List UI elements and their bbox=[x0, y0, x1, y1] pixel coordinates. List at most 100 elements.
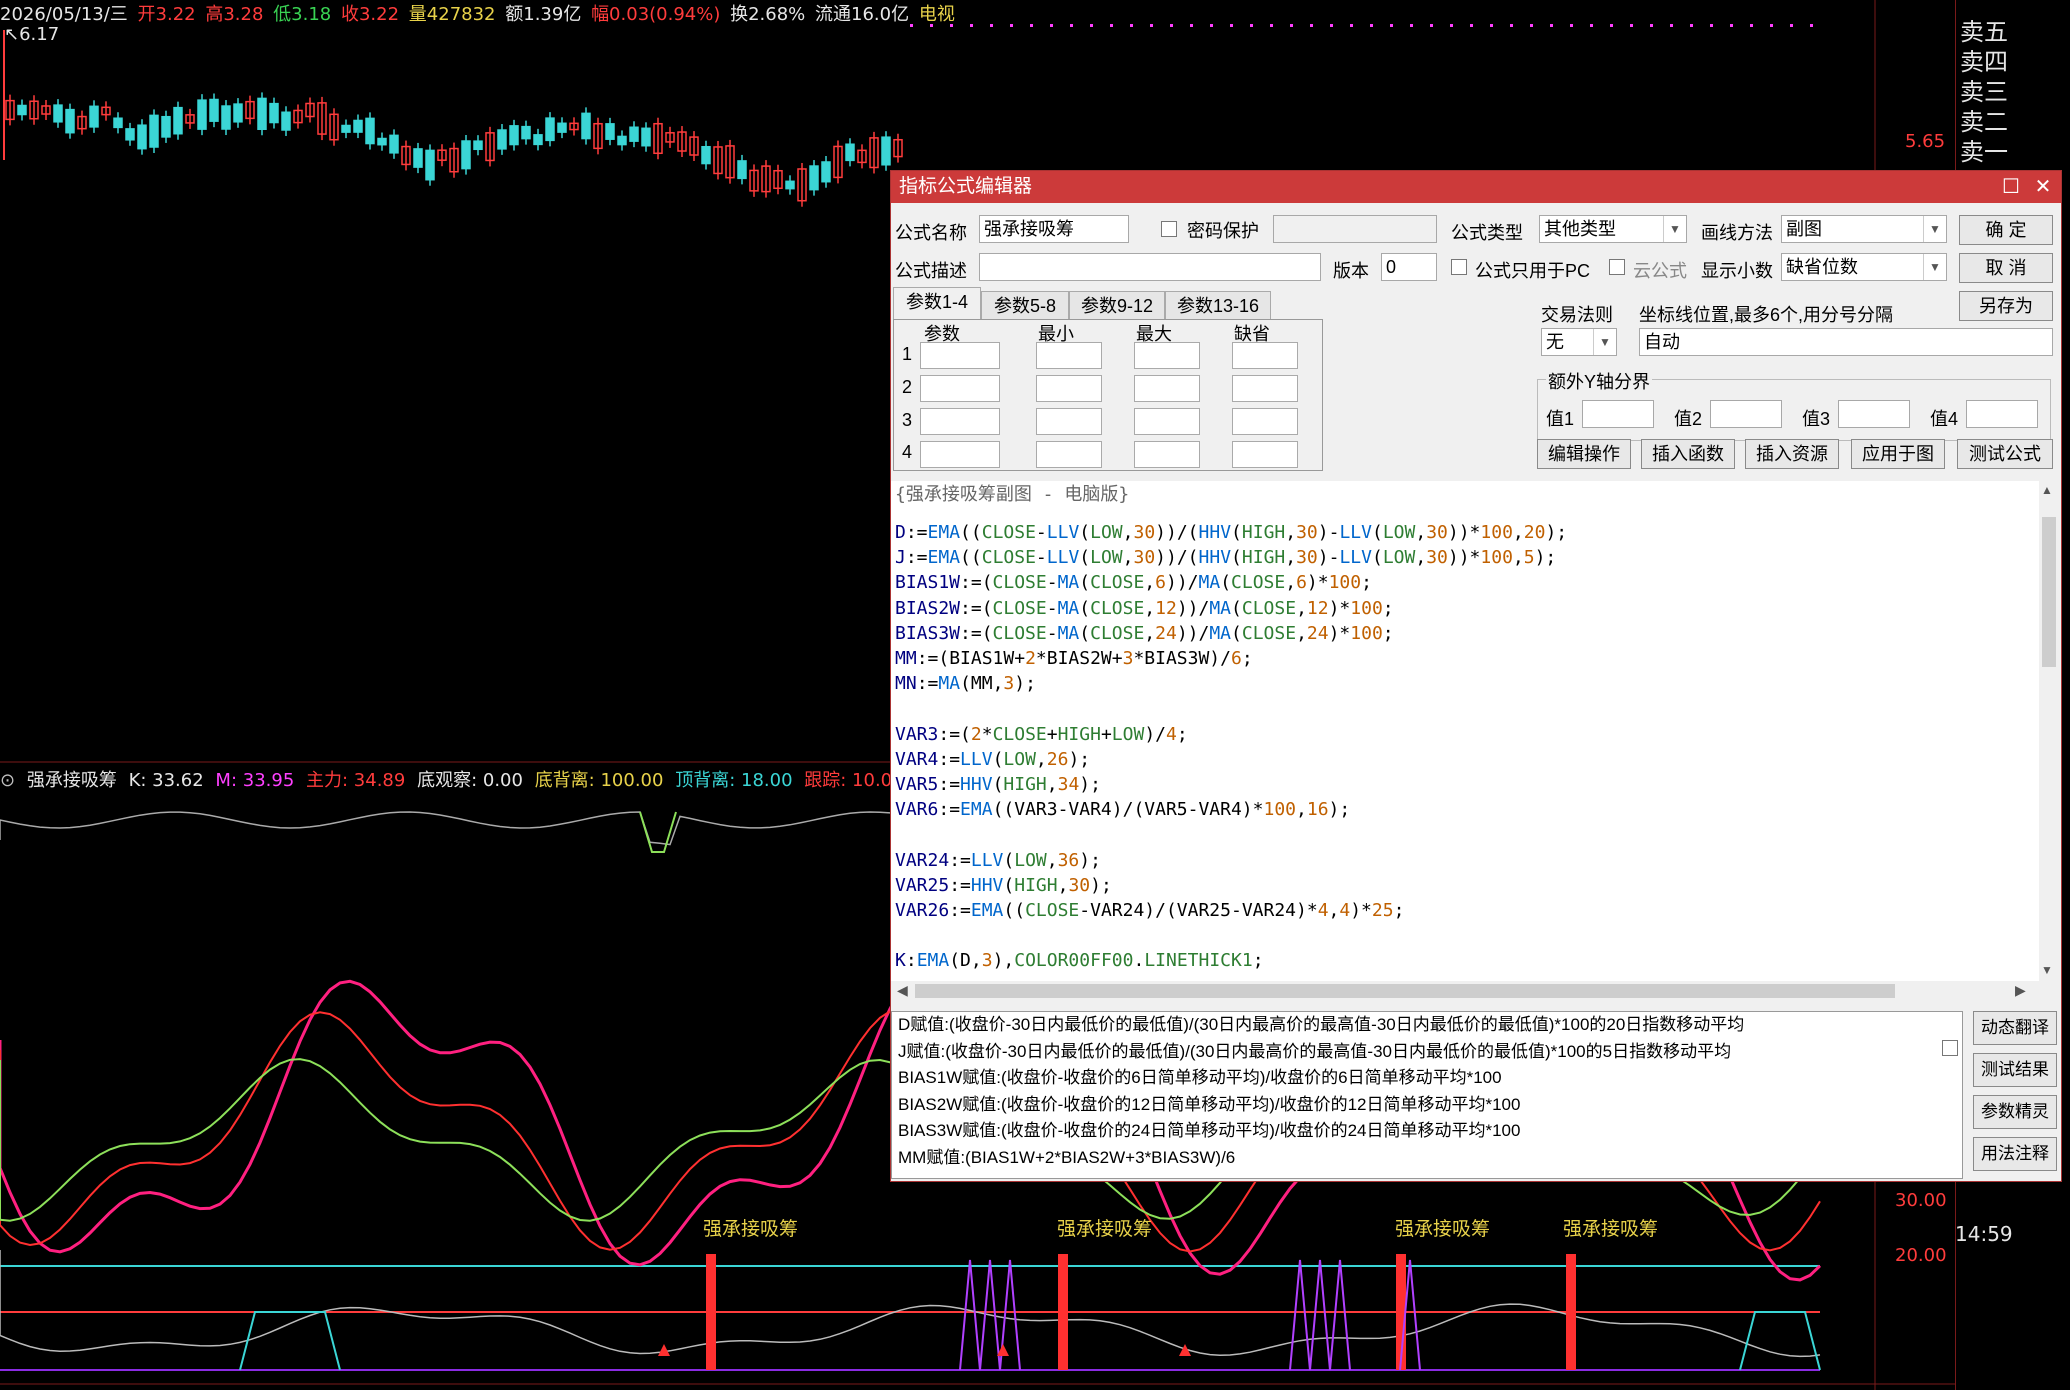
tab-params-5-8[interactable]: 参数5-8 bbox=[981, 291, 1069, 320]
scroll-left-icon[interactable]: ◀ bbox=[897, 982, 908, 999]
test-result-button[interactable]: 测试结果 bbox=[1973, 1053, 2057, 1087]
code-token: )- bbox=[1317, 547, 1340, 569]
code-token: EMA bbox=[927, 522, 961, 543]
quote-industry: 电视 bbox=[918, 4, 955, 25]
close-icon[interactable]: ✕ bbox=[2027, 171, 2059, 203]
code-token: ; bbox=[1252, 950, 1264, 972]
insert-resource-button[interactable]: 插入资源 bbox=[1745, 439, 1839, 469]
scroll-thumb[interactable] bbox=[915, 984, 1895, 998]
tab-params-1-4[interactable]: 参数1-4 bbox=[893, 287, 981, 320]
top-dot-marker bbox=[1710, 24, 1713, 27]
top-dot-marker bbox=[1010, 24, 1013, 27]
param-cell-input[interactable] bbox=[920, 408, 1000, 435]
scroll-thumb[interactable] bbox=[2042, 517, 2056, 667]
indicator-collapse-icon[interactable]: ⊙ bbox=[0, 770, 15, 791]
param-cell-input[interactable] bbox=[920, 342, 1000, 369]
draw-method-select[interactable]: 副图 ▼ bbox=[1781, 215, 1947, 243]
code-token: HIGH bbox=[1003, 774, 1047, 795]
ask-1[interactable]: 卖一 bbox=[1960, 132, 2008, 167]
pc-only-checkbox[interactable] bbox=[1451, 259, 1467, 275]
password-checkbox[interactable] bbox=[1161, 221, 1177, 237]
formula-code-editor[interactable]: {强承接吸筹副图 - 电脑版} D:=EMA((CLOSE-LLV(LOW,30… bbox=[891, 481, 2039, 981]
code-token: ); bbox=[1079, 774, 1101, 795]
test-formula-button[interactable]: 测试公式 bbox=[1957, 439, 2053, 469]
top-dot-marker bbox=[1150, 24, 1153, 27]
code-horizontal-scrollbar[interactable]: ◀ ▶ bbox=[891, 981, 2059, 1001]
code-token: VAR26 bbox=[895, 900, 950, 921]
top-dot-marker bbox=[1170, 24, 1173, 27]
candle-body bbox=[161, 115, 171, 138]
code-token: := bbox=[949, 874, 971, 896]
code-vertical-scrollbar[interactable]: ▲ ▼ bbox=[2039, 481, 2059, 981]
val1-input[interactable] bbox=[1582, 400, 1654, 428]
formula-name-label: 公式名称 bbox=[895, 223, 967, 243]
code-token: ( bbox=[1079, 572, 1091, 594]
dialog-titlebar[interactable]: 指标公式编辑器 ☐ ✕ bbox=[891, 171, 2061, 203]
apply-to-chart-button[interactable]: 应用于图 bbox=[1851, 439, 1945, 469]
val4-input[interactable] bbox=[1966, 400, 2038, 428]
formula-desc-input[interactable] bbox=[979, 253, 1321, 281]
edit-operation-button[interactable]: 编辑操作 bbox=[1537, 439, 1631, 469]
scroll-up-icon[interactable]: ▲ bbox=[2041, 483, 2053, 497]
code-token: D bbox=[895, 522, 906, 543]
decimal-select[interactable]: 缺省位数 ▼ bbox=[1781, 253, 1947, 281]
indicator-line-k bbox=[0, 811, 901, 846]
trade-rule-select[interactable]: 无 ▼ bbox=[1541, 328, 1617, 356]
candle-body bbox=[53, 104, 63, 123]
code-token: EMA bbox=[970, 900, 1004, 921]
formula-name-input[interactable]: 强承接吸筹 bbox=[979, 215, 1129, 243]
param-cell-input[interactable] bbox=[1036, 441, 1102, 468]
indicator-name[interactable]: 强承接吸筹 bbox=[27, 770, 117, 791]
coord-input[interactable]: 自动 bbox=[1639, 328, 2053, 356]
tab-params-9-12[interactable]: 参数9-12 bbox=[1069, 291, 1165, 320]
param-cell-input[interactable] bbox=[1036, 375, 1102, 402]
formula-editor-dialog: 指标公式编辑器 ☐ ✕ 公式名称 强承接吸筹 密码保护 公式类型 其他类型 ▼ 画… bbox=[890, 170, 2062, 1182]
param-cell-input[interactable] bbox=[920, 441, 1000, 468]
cloud-formula-checkbox[interactable] bbox=[1609, 259, 1625, 275]
param-cell-input[interactable] bbox=[1232, 441, 1298, 468]
param-cell-input[interactable] bbox=[920, 375, 1000, 402]
insert-function-button[interactable]: 插入函数 bbox=[1641, 439, 1735, 469]
param-cell-input[interactable] bbox=[1232, 375, 1298, 402]
param-cell-input[interactable] bbox=[1134, 342, 1200, 369]
quote-change: 幅0.03(0.94%) bbox=[591, 4, 721, 25]
code-token: CLOSE bbox=[1025, 900, 1080, 921]
code-token: , bbox=[1415, 547, 1427, 569]
dynamic-translate-button[interactable]: 动态翻译 bbox=[1973, 1011, 2057, 1045]
code-token: HIGH bbox=[1241, 547, 1286, 569]
param-cell-input[interactable] bbox=[1134, 408, 1200, 435]
param-cell-input[interactable] bbox=[1036, 408, 1102, 435]
cancel-button[interactable]: 取 消 bbox=[1959, 253, 2053, 283]
version-input[interactable]: 0 bbox=[1381, 253, 1437, 281]
code-token: 34 bbox=[1057, 774, 1080, 795]
password-input[interactable] bbox=[1273, 215, 1437, 243]
param-cell-input[interactable] bbox=[1232, 342, 1298, 369]
param-cell-input[interactable] bbox=[1036, 342, 1102, 369]
param-wizard-button[interactable]: 参数精灵 bbox=[1973, 1095, 2057, 1129]
param-cell-input[interactable] bbox=[1134, 441, 1200, 468]
usage-notes-button[interactable]: 用法注释 bbox=[1973, 1137, 2057, 1171]
code-token: ( bbox=[1003, 874, 1015, 896]
tab-params-13-16[interactable]: 参数13-16 bbox=[1165, 291, 1271, 320]
code-line: VAR5:=HHV(HIGH,34); bbox=[895, 775, 1101, 794]
code-token: ), bbox=[992, 950, 1015, 972]
code-line: VAR26:=EMA((CLOSE-VAR24)/(VAR25-VAR24)*4… bbox=[895, 901, 1404, 920]
maximize-icon[interactable]: ☐ bbox=[1995, 171, 2027, 203]
val3-input[interactable] bbox=[1838, 400, 1910, 428]
code-token: CLOSE bbox=[1231, 572, 1286, 594]
code-token: , bbox=[1144, 597, 1156, 619]
scroll-down-icon[interactable]: ▼ bbox=[2041, 963, 2053, 977]
param-cell-input[interactable] bbox=[1134, 375, 1200, 402]
val2-input[interactable] bbox=[1710, 400, 1782, 428]
translation-checkbox[interactable] bbox=[1942, 1040, 1958, 1056]
candle-body bbox=[497, 129, 507, 150]
top-dot-marker bbox=[1370, 24, 1373, 27]
scroll-right-icon[interactable]: ▶ bbox=[2015, 982, 2026, 999]
quote-open: 开3.22 bbox=[137, 4, 196, 25]
save-as-button[interactable]: 另存为 bbox=[1959, 291, 2053, 321]
formula-type-select[interactable]: 其他类型 ▼ bbox=[1539, 215, 1687, 243]
code-token: ; bbox=[1382, 622, 1394, 644]
ok-button[interactable]: 确 定 bbox=[1959, 215, 2053, 245]
code-token: 3 bbox=[981, 950, 993, 972]
param-cell-input[interactable] bbox=[1232, 408, 1298, 435]
